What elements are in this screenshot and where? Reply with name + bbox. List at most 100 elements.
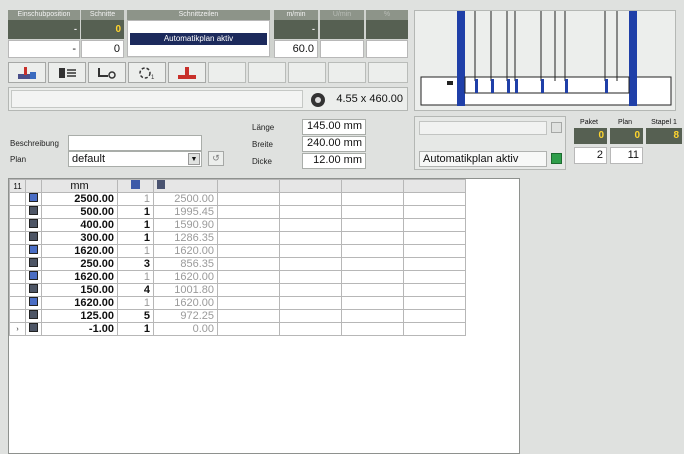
row-empty — [341, 231, 404, 245]
stack-piece-icon — [25, 309, 42, 323]
row-mm[interactable]: 2500.00 — [41, 192, 118, 206]
row-empty — [403, 218, 466, 232]
header-empty-4 — [403, 179, 466, 193]
row-mm[interactable]: 250.00 — [41, 257, 118, 271]
row-empty — [403, 270, 466, 284]
table-row[interactable]: 125.00 5 972.25 — [9, 309, 466, 323]
table-body: 2500.00 1 2500.00 500.00 1 1995.45 400.00 1 1590… — [9, 192, 466, 336]
row-empty — [279, 231, 342, 245]
row-count[interactable]: 1 — [117, 192, 154, 206]
header-mm[interactable]: mm — [41, 179, 118, 193]
row-mm[interactable]: 150.00 — [41, 283, 118, 297]
row-selector[interactable] — [9, 296, 26, 310]
table-row[interactable]: 400.00 1 1590.90 — [9, 218, 466, 232]
toolbar-empty-5[interactable] — [368, 62, 408, 83]
row-mm[interactable]: 1620.00 — [41, 270, 118, 284]
row-empty — [279, 257, 342, 271]
row-count[interactable]: 1 — [117, 296, 154, 310]
row-empty — [279, 322, 342, 336]
row-total: 856.35 — [153, 257, 218, 271]
row-mm[interactable]: 400.00 — [41, 218, 118, 232]
plan-top-value: 0 — [610, 128, 643, 144]
dicke-label: Dicke — [252, 157, 273, 166]
row-empty — [403, 244, 466, 258]
row-total: 2500.00 — [153, 192, 218, 206]
row-selector[interactable] — [9, 218, 26, 232]
plan-select[interactable]: default ▼ — [68, 151, 202, 167]
row-empty — [341, 192, 404, 206]
row-count[interactable]: 1 — [117, 322, 154, 336]
schnittzeilen-status: Automatikplan aktiv — [130, 33, 267, 45]
row-mm[interactable]: -1.00 — [41, 322, 118, 336]
status-message — [11, 90, 303, 108]
row-selector[interactable]: › — [9, 322, 26, 336]
row-count[interactable]: 1 — [117, 244, 154, 258]
plan-link-icon[interactable]: ↺ — [208, 151, 224, 166]
row-count[interactable]: 4 — [117, 283, 154, 297]
row-empty — [279, 244, 342, 258]
row-empty — [341, 205, 404, 219]
header-empty-3 — [341, 179, 404, 193]
row-selector[interactable] — [9, 257, 26, 271]
row-mm[interactable]: 500.00 — [41, 205, 118, 219]
m-min-current: - — [274, 20, 318, 39]
row-empty — [217, 218, 280, 232]
row-empty — [217, 257, 280, 271]
header-count-icon[interactable] — [117, 179, 154, 193]
breite-label: Breite — [252, 140, 273, 149]
row-selector[interactable] — [9, 231, 26, 245]
header-total-icon[interactable] — [153, 179, 218, 193]
table-row[interactable]: 1620.00 1 1620.00 — [9, 296, 466, 310]
table-row[interactable]: 2500.00 1 2500.00 — [9, 192, 466, 206]
row-count[interactable]: 5 — [117, 309, 154, 323]
row-mm[interactable]: 1620.00 — [41, 296, 118, 310]
row-empty — [217, 192, 280, 206]
row-mm[interactable]: 125.00 — [41, 309, 118, 323]
table-row[interactable]: 150.00 4 1001.80 — [9, 283, 466, 297]
pusher-icon[interactable] — [88, 62, 126, 83]
table-row[interactable]: 500.00 1 1995.45 — [9, 205, 466, 219]
rotate-icon[interactable]: 1 — [128, 62, 166, 83]
table-row[interactable]: 1620.00 1 1620.00 — [9, 270, 466, 284]
machine-diagram — [414, 10, 676, 111]
row-count[interactable]: 1 — [117, 205, 154, 219]
table-row[interactable]: 250.00 3 856.35 — [9, 257, 466, 271]
row-total: 972.25 — [153, 309, 218, 323]
table-row[interactable]: 300.00 1 1286.35 — [9, 231, 466, 245]
row-count[interactable]: 1 — [117, 270, 154, 284]
table-row[interactable]: 1620.00 1 1620.00 — [9, 244, 466, 258]
row-selector[interactable] — [9, 270, 26, 284]
row-empty — [217, 244, 280, 258]
toolbar-empty-3[interactable] — [288, 62, 326, 83]
row-mm[interactable]: 1620.00 — [41, 244, 118, 258]
row-count[interactable]: 1 — [117, 218, 154, 232]
row-count[interactable]: 3 — [117, 257, 154, 271]
status-bar: 4.55 x 460.00 — [8, 87, 408, 111]
chevron-down-icon[interactable]: ▼ — [188, 153, 200, 165]
machine-diagram-svg — [420, 11, 672, 106]
dicke-field[interactable]: 12.00 mm — [302, 153, 366, 169]
toolbar-empty-2[interactable] — [248, 62, 286, 83]
row-mm[interactable]: 300.00 — [41, 231, 118, 245]
stack-piece-icon — [25, 218, 42, 232]
stack-icon[interactable] — [48, 62, 86, 83]
row-empty — [279, 192, 342, 206]
saw-blade-icon[interactable] — [168, 62, 206, 83]
row-selector[interactable] — [9, 205, 26, 219]
breite-field[interactable]: 240.00 mm — [302, 136, 366, 152]
row-count[interactable]: 1 — [117, 231, 154, 245]
row-selector[interactable] — [9, 192, 26, 206]
row-selector[interactable] — [9, 244, 26, 258]
beschreibung-input[interactable] — [68, 135, 202, 151]
toolbar-empty-1[interactable] — [208, 62, 246, 83]
cut-saw-icon[interactable] — [8, 62, 46, 83]
toolbar-empty-4[interactable] — [328, 62, 366, 83]
row-selector[interactable] — [9, 283, 26, 297]
header-empty-2 — [279, 179, 342, 193]
top-empty-field — [419, 121, 547, 135]
automatik-status-led — [551, 153, 562, 164]
laenge-field[interactable]: 145.00 mm — [302, 119, 366, 135]
row-empty — [279, 205, 342, 219]
row-selector[interactable] — [9, 309, 26, 323]
table-row[interactable]: › -1.00 1 0.00 — [9, 322, 466, 336]
